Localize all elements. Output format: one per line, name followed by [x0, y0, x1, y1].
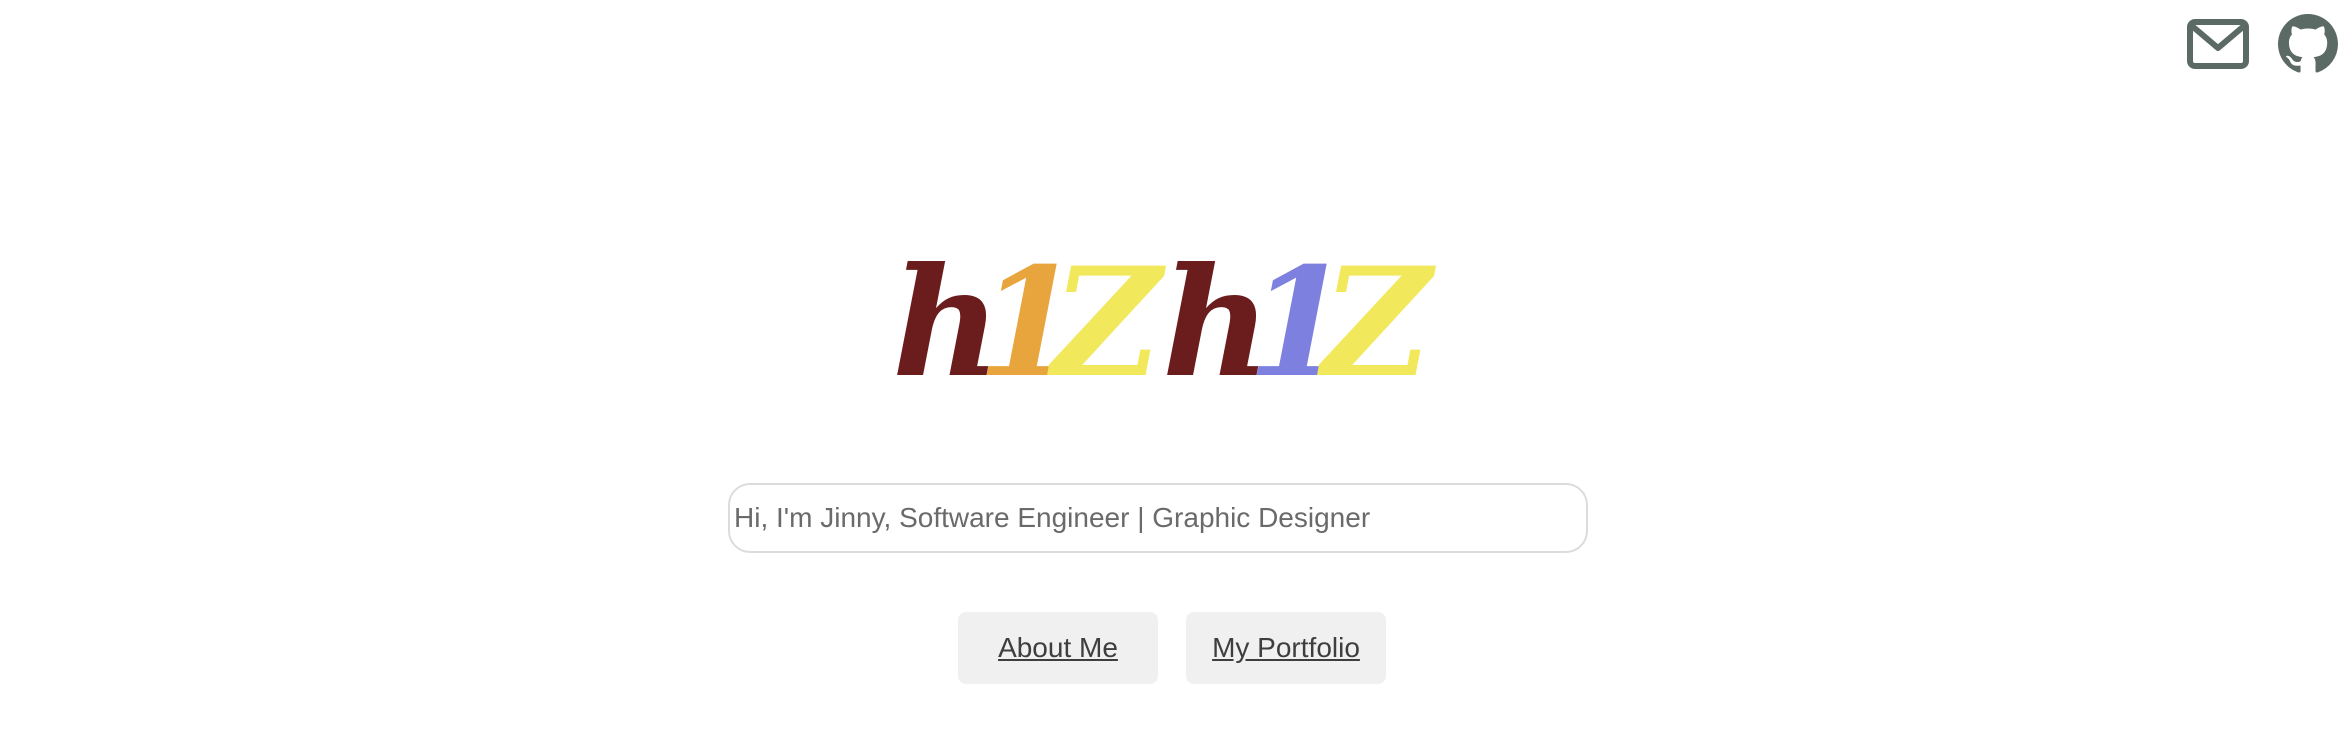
intro-input[interactable] — [728, 483, 1588, 553]
logo-glyph: Z — [1317, 240, 1437, 390]
logo-wordmark: h 1 Z h 1 Z — [892, 240, 1437, 390]
about-me-button[interactable]: About Me — [958, 612, 1158, 684]
top-icons — [2186, 14, 2338, 79]
intro-search-box — [728, 483, 1588, 553]
nav-buttons: About Me My Portfolio — [0, 612, 2344, 684]
github-icon — [2278, 14, 2338, 73]
logo: h 1 Z h 1 Z — [0, 240, 2344, 390]
mail-icon — [2187, 19, 2249, 69]
page: h 1 Z h 1 Z About Me My Portfolio — [0, 0, 2344, 752]
my-portfolio-button[interactable]: My Portfolio — [1186, 612, 1386, 684]
github-link[interactable] — [2278, 14, 2338, 79]
mail-link[interactable] — [2186, 18, 2250, 75]
logo-glyph: Z — [1047, 240, 1167, 390]
